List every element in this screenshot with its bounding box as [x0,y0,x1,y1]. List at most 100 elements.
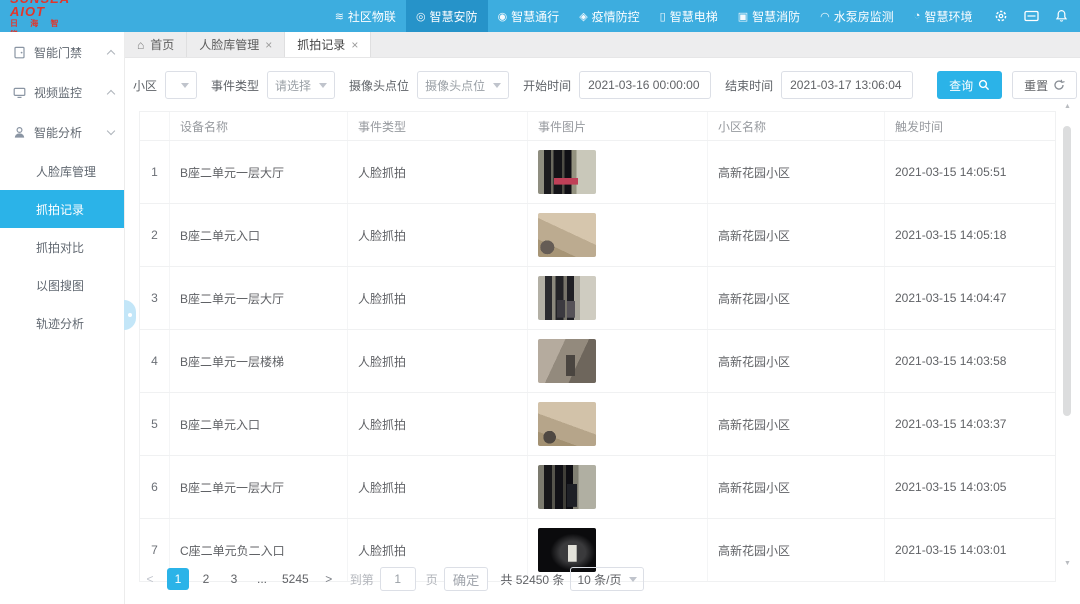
sidebar-group-smart-analysis[interactable]: 智能分析 [0,112,124,152]
sidebar-item-image-search[interactable]: 以图搜图 [0,266,124,304]
trigger-time-cell: 2021-03-15 14:04:47 [885,267,1055,329]
sidebar-group-label: 智能分析 [34,124,82,141]
topnav-item-smart-fire[interactable]: ▣ 智慧消防 [728,0,810,32]
event-image-cell [528,456,708,518]
start-time-label: 开始时间 [523,77,571,94]
event-photo[interactable] [538,339,596,383]
end-time-input[interactable] [781,71,913,99]
scroll-up-arrow-icon[interactable]: ▲ [1063,102,1072,111]
event-type-select[interactable]: 请选择 [267,71,335,99]
table-header: 设备名称 事件类型 事件图片 小区名称 触发时间 [140,112,1055,141]
message-card-icon[interactable] [1016,0,1046,32]
sidebar-item-label: 以图搜图 [36,277,84,294]
smart-analysis-icon [13,126,26,139]
event-image-cell [528,141,708,203]
close-icon[interactable]: × [351,38,358,52]
community-cell: 高新花园小区 [708,204,885,266]
capture-table: 设备名称 事件类型 事件图片 小区名称 触发时间 1 B座二单元一层大厅 人脸抓… [139,111,1056,582]
trigger-time-cell: 2021-03-15 14:03:37 [885,393,1055,455]
page-button-last[interactable]: 5245 [279,568,312,590]
topnav-item-smart-access[interactable]: ◉ 智慧通行 [488,0,570,32]
scroll-down-arrow-icon[interactable]: ▼ [1063,559,1072,568]
topnav-label: 水泵房监测 [834,8,894,25]
tab-label: 人脸库管理 [199,36,259,53]
event-type-cell: 人脸抓拍 [348,393,528,455]
tab-capture-records[interactable]: 抓拍记录 × [285,32,371,57]
settings-gear-icon[interactable] [986,0,1016,32]
tab-home[interactable]: ⌂ 首页 [125,32,187,57]
start-time-input[interactable] [579,71,711,99]
jump-page-input[interactable] [380,567,416,591]
chevron-down-icon [629,577,637,582]
topnav-label: 疫情防控 [592,8,640,25]
per-page-select[interactable]: 10 条/页 [570,567,644,591]
table-row[interactable]: 2 B座二单元入口 人脸抓拍 高新花园小区 2021-03-15 14:05:1… [140,204,1055,267]
end-time-label: 结束时间 [725,77,773,94]
notification-bell-icon[interactable] [1046,0,1076,32]
sidebar: 智能门禁 视频监控 智能分析 人脸库管理 抓拍记录 抓拍对比 以图搜图 轨迹分析 [0,32,125,604]
sidebar-item-track-analysis[interactable]: 轨迹分析 [0,304,124,342]
search-button[interactable]: 查询 [937,71,1002,99]
tab-face-library[interactable]: 人脸库管理 × [187,32,285,57]
page-button-3[interactable]: 3 [223,568,245,590]
search-button-label: 查询 [949,77,973,94]
event-photo[interactable] [538,465,596,509]
device-name-cell: B座二单元一层大厅 [170,267,348,329]
topnav-item-smart-security[interactable]: ◎ 智慧安防 [406,0,488,32]
camera-select[interactable]: 摄像头点位 [417,71,509,99]
user-menu[interactable]: gxhyxqadmin [1076,9,1080,23]
table-row[interactable]: 3 B座二单元一层大厅 人脸抓拍 高新花园小区 2021-03-15 14:04… [140,267,1055,330]
sidebar-group-access-control[interactable]: 智能门禁 [0,32,124,72]
event-image-cell [528,204,708,266]
topnav-item-smart-environment[interactable]: ◔ 智慧环境 [904,0,983,32]
reset-button[interactable]: 重置 [1012,71,1077,99]
collapse-dot-icon [128,313,132,317]
event-type-filter-label: 事件类型 [211,77,259,94]
access-control-icon [13,46,26,59]
topnav-item-pump-room-monitor[interactable]: ◠ 水泵房监测 [810,0,904,32]
confirm-jump-button[interactable]: 确定 [444,567,489,591]
close-icon[interactable]: × [265,38,272,52]
device-name-cell: B座二单元一层楼梯 [170,330,348,392]
community-cell: 高新花园小区 [708,456,885,518]
filter-bar: 小区 事件类型 请选择 摄像头点位 摄像头点位 开始时间 结束时间 查询 [125,58,1080,110]
topnav-label: 智慧电梯 [670,8,718,25]
scrollbar-thumb[interactable] [1063,126,1071,416]
topnav-item-smart-elevator[interactable]: ▯ 智慧电梯 [650,0,728,32]
search-icon [978,79,990,91]
table-row[interactable]: 6 B座二单元一层大厅 人脸抓拍 高新花园小区 2021-03-15 14:03… [140,456,1055,519]
page-button-1[interactable]: 1 [167,568,189,590]
table-row[interactable]: 1 B座二单元一层大厅 人脸抓拍 高新花园小区 2021-03-15 14:05… [140,141,1055,204]
sidebar-item-capture-compare[interactable]: 抓拍对比 [0,228,124,266]
topnav-item-epidemic-control[interactable]: ◈ 疫情防控 [569,0,649,32]
device-name-cell: B座二单元一层大厅 [170,141,348,203]
page-button-2[interactable]: 2 [195,568,217,590]
topnav-label: 智慧安防 [430,8,478,25]
trigger-time-cell: 2021-03-15 14:03:58 [885,330,1055,392]
prev-page-button[interactable]: < [139,568,161,590]
event-photo[interactable] [538,402,596,446]
event-type-cell: 人脸抓拍 [348,330,528,392]
topnav-item-community-iot[interactable]: ≋ 社区物联 [325,0,406,32]
sidebar-item-label: 轨迹分析 [36,315,84,332]
event-photo[interactable] [538,276,596,320]
sidebar-item-face-library[interactable]: 人脸库管理 [0,152,124,190]
sidebar-item-capture-records[interactable]: 抓拍记录 [0,190,124,228]
event-photo[interactable] [538,150,596,194]
trigger-time-cell: 2021-03-15 14:03:05 [885,456,1055,518]
community-select[interactable] [165,71,197,99]
sidebar-group-video-monitor[interactable]: 视频监控 [0,72,124,112]
table-row[interactable]: 5 B座二单元入口 人脸抓拍 高新花园小区 2021-03-15 14:03:3… [140,393,1055,456]
event-image-cell [528,330,708,392]
camera-filter-label: 摄像头点位 [349,77,409,94]
row-index: 4 [140,330,170,392]
top-nav: ≋ 社区物联 ◎ 智慧安防 ◉ 智慧通行 ◈ 疫情防控 ▯ 智慧电梯 ▣ 智慧消… [325,0,983,32]
total-count-label: 共 52450 条 [500,571,564,588]
table-row[interactable]: 4 B座二单元一层楼梯 人脸抓拍 高新花园小区 2021-03-15 14:03… [140,330,1055,393]
event-photo[interactable] [538,213,596,257]
event-type-cell: 人脸抓拍 [348,141,528,203]
page-unit-label: 页 [426,571,438,588]
smart-environment-icon: ◔ [914,10,921,22]
next-page-button[interactable]: > [318,568,340,590]
trigger-time-cell: 2021-03-15 14:05:18 [885,204,1055,266]
